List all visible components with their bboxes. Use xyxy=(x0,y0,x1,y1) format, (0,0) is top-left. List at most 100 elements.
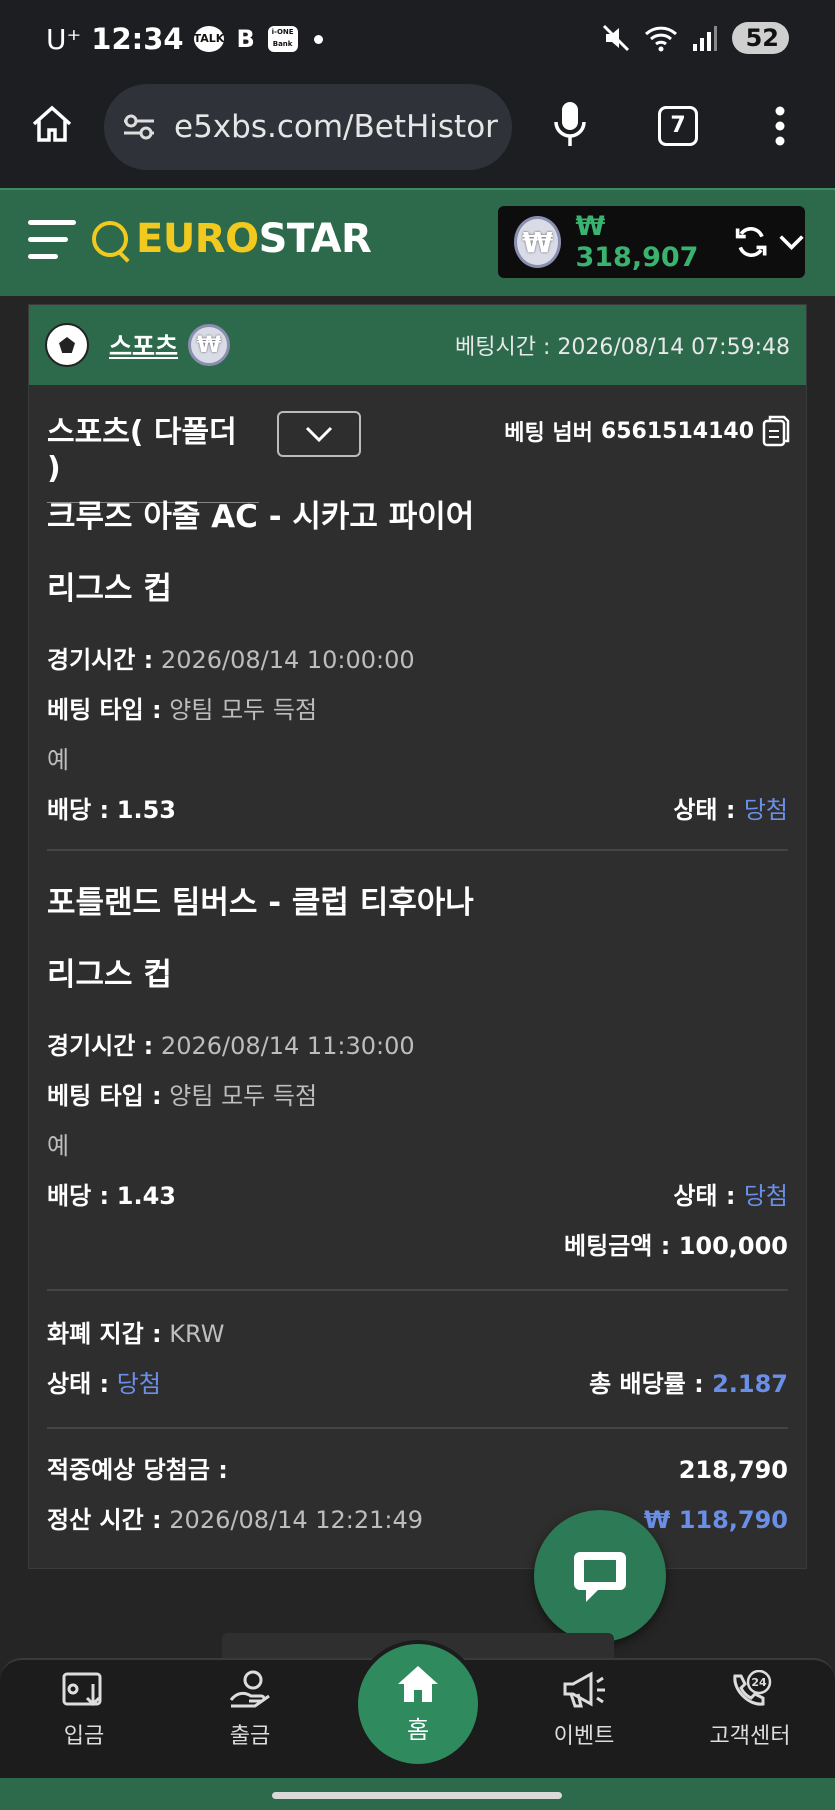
nav-deposit[interactable]: 입금 xyxy=(14,1670,154,1750)
bet-amount-value: 100,000 xyxy=(678,1232,788,1260)
signal-icon xyxy=(692,26,717,51)
bet-type-label: 베팅 타입 : xyxy=(47,1082,162,1110)
total-odds-label: 총 배당률 : xyxy=(589,1370,704,1398)
more-options-icon[interactable] xyxy=(774,106,786,146)
divider xyxy=(47,849,788,851)
pick-value: 예 xyxy=(47,746,70,774)
won-coin-icon: ₩ xyxy=(514,216,562,268)
mute-icon xyxy=(602,24,629,52)
odds-value: 1.43 xyxy=(116,1182,176,1210)
bet-amount-label: 베팅금액 : xyxy=(564,1232,671,1260)
match-item: 포틀랜드 팀버스 - 클럽 티후아나 리그스 컵 경기시간 : 2026/08/… xyxy=(29,867,806,1271)
tab-switcher-button[interactable]: 7 xyxy=(658,106,698,146)
match-teams: 크루즈 아줄 AC - 시카고 파이어 xyxy=(47,499,475,535)
odds-label: 배당 : xyxy=(47,796,110,824)
site-settings-icon[interactable] xyxy=(122,112,156,142)
expected-win-label: 적중예상 당첨금 : xyxy=(47,1456,228,1484)
wallet-balance-dropdown[interactable]: ₩ ₩ 318,907 xyxy=(498,206,805,278)
chevron-down-icon[interactable] xyxy=(778,232,805,252)
nav-home-label: 홈 xyxy=(406,1715,430,1744)
bet-type-value: 양팀 모두 득점 xyxy=(169,696,318,724)
logo-mark-icon xyxy=(92,221,128,257)
megaphone-icon xyxy=(563,1671,605,1708)
browser-toolbar: e5xbs.com/BetHistor 7 xyxy=(0,78,835,188)
ione-bank-icon: i-ONE Bank xyxy=(267,26,298,52)
match-league: 리그스 컵 xyxy=(47,957,172,993)
bet-summary: 화폐 지갑 : KRW 상태 : 당첨 총 배당률 : 2.187 xyxy=(29,1309,806,1409)
eurostar-logo[interactable]: EURO STAR xyxy=(92,216,372,262)
bet-number: 베팅 넘버 6561514140 xyxy=(504,415,790,447)
deposit-icon xyxy=(62,1672,102,1707)
divider xyxy=(47,1289,788,1291)
battery-indicator: 52 xyxy=(731,22,789,54)
game-time-value: 2026/08/14 11:30:00 xyxy=(160,1032,415,1060)
wallet-label: 화폐 지갑 : xyxy=(47,1320,162,1348)
odds-value: 1.53 xyxy=(116,796,176,824)
summary-status-badge: 당첨 xyxy=(116,1370,161,1398)
status-label: 상태 : xyxy=(673,796,736,824)
bet-type-value: 양팀 모두 득점 xyxy=(169,1082,318,1110)
status-badge: 당첨 xyxy=(743,1182,788,1210)
browser-home-icon[interactable] xyxy=(30,102,74,146)
wifi-icon xyxy=(644,26,677,52)
bet-number-label: 베팅 넘버 xyxy=(504,421,593,446)
status-bar: U⁺ 12:34 TALK B i-ONE Bank 52 xyxy=(0,0,835,78)
nav-support[interactable]: 24 고객센터 xyxy=(680,1670,820,1750)
won-coin-icon: ₩ xyxy=(188,324,231,366)
bet-card-header: 스포츠 ₩ 베팅시간 : 2026/08/14 07:59:48 xyxy=(29,305,806,385)
nav-event-label: 이벤트 xyxy=(553,1724,615,1749)
home-icon xyxy=(398,1665,438,1702)
url-text: e5xbs.com/BetHistor xyxy=(174,109,498,145)
gesture-handle[interactable] xyxy=(272,1792,562,1799)
match-title: 포틀랜드 팀버스 - 클럽 티후아나 리그스 컵 xyxy=(47,867,788,1011)
nav-withdraw-label: 출금 xyxy=(229,1724,271,1749)
clock: 12:34 xyxy=(91,22,184,56)
nav-support-label: 고객센터 xyxy=(709,1724,791,1749)
balance-amount: ₩ 318,907 xyxy=(575,211,699,273)
total-odds-value: 2.187 xyxy=(712,1370,788,1398)
support-badge-text: 24 xyxy=(751,1676,767,1689)
gesture-bar xyxy=(0,1778,835,1810)
nav-event[interactable]: 이벤트 xyxy=(514,1670,654,1750)
bet-time-value: 2026/08/14 07:59:48 xyxy=(557,335,790,360)
divider xyxy=(47,1427,788,1429)
settle-time-label: 정산 시간 : xyxy=(47,1506,162,1534)
withdraw-icon xyxy=(229,1670,270,1708)
status-badge: 당첨 xyxy=(743,796,788,824)
bet-detail-toggle-button[interactable] xyxy=(277,411,361,457)
refresh-icon[interactable] xyxy=(734,223,768,261)
address-bar[interactable]: e5xbs.com/BetHistor xyxy=(104,84,512,170)
menu-icon[interactable] xyxy=(28,220,76,266)
odds-label: 배당 : xyxy=(47,1182,110,1210)
sport-category-link[interactable]: 스포츠 xyxy=(109,327,178,363)
match-teams: 포틀랜드 팀버스 - 클럽 티후아나 xyxy=(47,885,474,921)
b-icon: B xyxy=(236,25,255,53)
soccer-ball-icon xyxy=(45,323,89,367)
payout-summary: 적중예상 당첨금 : 218,790 정산 시간 : 2026/08/14 12… xyxy=(29,1445,806,1545)
game-time-label: 경기시간 : xyxy=(47,646,154,674)
nav-deposit-label: 입금 xyxy=(63,1724,105,1749)
carrier-label: U⁺ xyxy=(46,22,82,56)
nav-withdraw[interactable]: 출금 xyxy=(180,1670,320,1750)
live-chat-button[interactable] xyxy=(534,1510,666,1642)
copy-icon[interactable] xyxy=(762,415,790,447)
support-24-icon: 24 xyxy=(733,1670,772,1706)
chevron-down-icon xyxy=(305,426,333,443)
logo-euro-text: EURO xyxy=(136,216,259,262)
expected-win-value: 218,790 xyxy=(678,1456,788,1484)
bet-history-card: 스포츠 ₩ 베팅시간 : 2026/08/14 07:59:48 스포츠( 다폴… xyxy=(28,304,807,1569)
site-header: EURO STAR ₩ ₩ 318,907 xyxy=(0,188,835,296)
match-title: 크루즈 아줄 AC - 시카고 파이어 리그스 컵 xyxy=(47,481,788,625)
profit-value: ₩ 118,790 xyxy=(643,1506,788,1534)
bet-time: 베팅시간 : 2026/08/14 07:59:48 xyxy=(455,329,790,361)
game-time-value: 2026/08/14 10:00:00 xyxy=(160,646,415,674)
bet-time-label: 베팅시간 : xyxy=(455,335,551,360)
status-label: 상태 : xyxy=(673,1182,736,1210)
summary-status-label: 상태 : xyxy=(47,1370,110,1398)
game-time-label: 경기시간 : xyxy=(47,1032,154,1060)
microphone-icon[interactable] xyxy=(550,100,590,148)
match-item: 크루즈 아줄 AC - 시카고 파이어 리그스 컵 경기시간 : 2026/08… xyxy=(29,481,806,835)
bet-number-value: 6561514140 xyxy=(600,418,754,444)
chat-icon xyxy=(574,1552,626,1602)
nav-home-button[interactable]: 홈 xyxy=(354,1640,482,1768)
